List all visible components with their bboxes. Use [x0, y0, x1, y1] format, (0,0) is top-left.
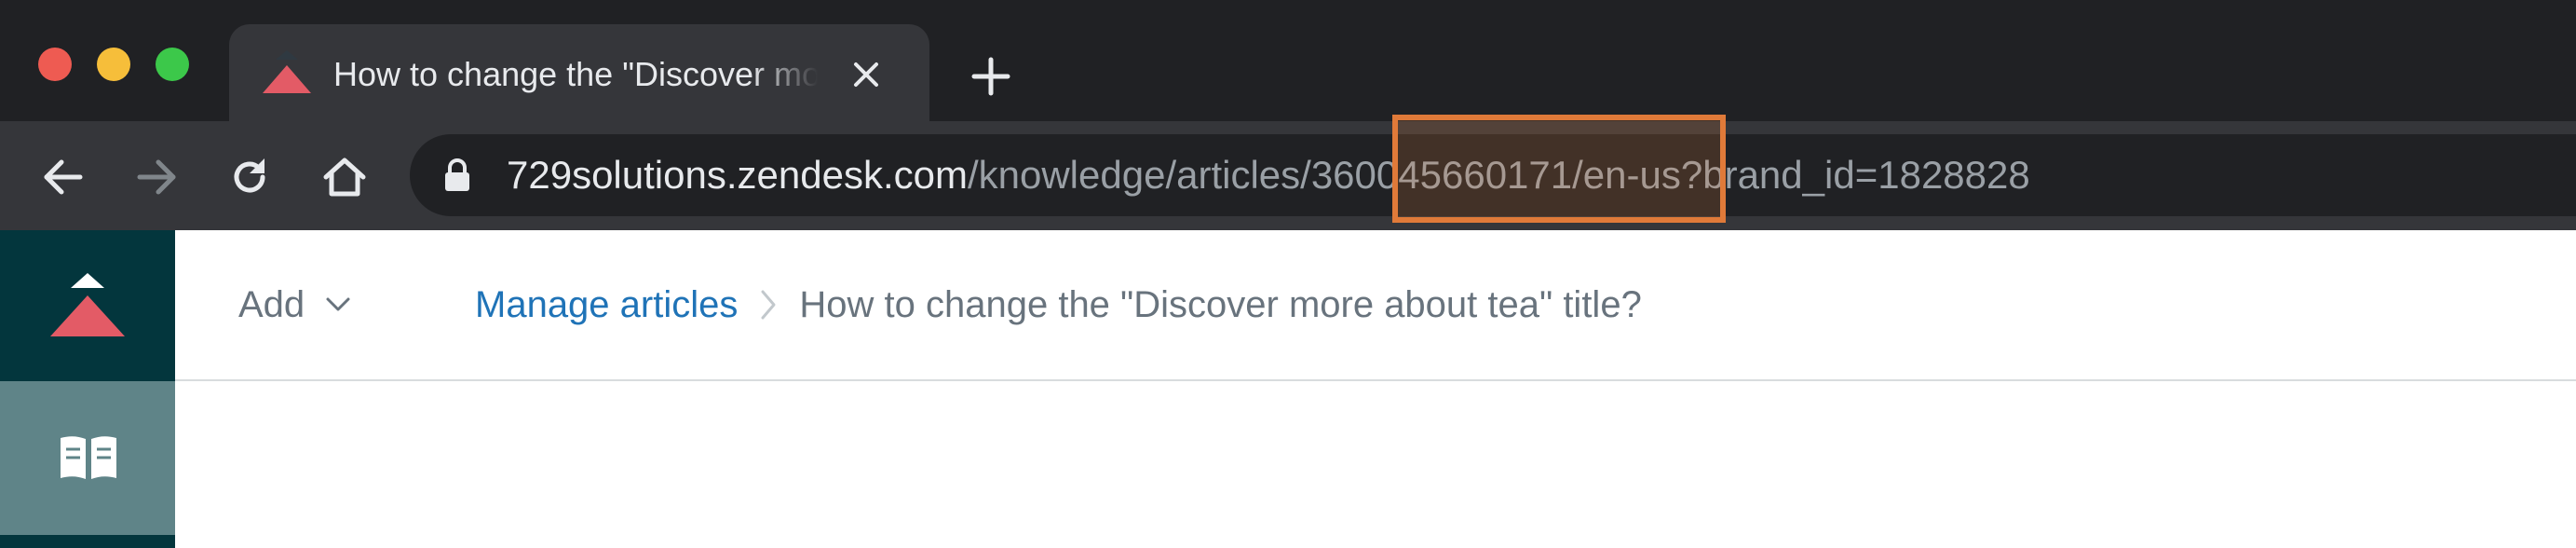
breadcrumb: Manage articles How to change the "Disco… [475, 282, 1642, 327]
rail-guide-item[interactable] [0, 381, 175, 535]
browser-window: How to change the "Discover more about t… [0, 0, 2576, 548]
rail-logo-item[interactable] [0, 230, 175, 381]
add-dropdown[interactable]: Add [238, 282, 351, 327]
breadcrumb-manage-articles-link[interactable]: Manage articles [475, 282, 738, 327]
forward-arrow-icon[interactable] [134, 155, 179, 199]
product-rail [0, 230, 175, 548]
zendesk-favicon-icon [263, 50, 311, 93]
home-icon[interactable] [322, 155, 367, 199]
chevron-right-icon [761, 290, 776, 320]
close-window-button[interactable] [38, 48, 72, 81]
reload-icon[interactable] [227, 155, 272, 199]
minimize-window-button[interactable] [97, 48, 130, 81]
browser-toolbar: 729solutions.zendesk.com/knowledge/artic… [0, 121, 2576, 230]
url-text[interactable]: 729solutions.zendesk.com/knowledge/artic… [507, 153, 2030, 198]
tab-title: How to change the "Discover more about t… [333, 55, 818, 93]
breadcrumb-current-article: How to change the "Discover more about t… [799, 284, 1642, 325]
tab-strip: How to change the "Discover more about t… [0, 0, 2576, 121]
lock-icon [445, 158, 469, 191]
article-id-highlight [1392, 115, 1726, 223]
article-header: Add Manage articles How to change the "D… [175, 230, 2576, 381]
browser-tab-active[interactable]: How to change the "Discover more about t… [229, 24, 929, 121]
url-host: 729solutions.zendesk.com [507, 153, 968, 197]
back-arrow-icon[interactable] [41, 155, 86, 199]
zendesk-guide-logo-icon [50, 273, 125, 336]
chevron-down-icon [326, 297, 350, 311]
new-tab-plus-icon[interactable] [969, 54, 1013, 99]
open-book-icon [61, 436, 116, 479]
add-label: Add [238, 284, 305, 325]
close-tab-icon[interactable] [849, 58, 883, 91]
maximize-window-button[interactable] [156, 48, 189, 81]
url-path-before: /knowledge/articles [967, 153, 1301, 197]
zendesk-guide-app: Add Manage articles How to change the "D… [0, 230, 2576, 548]
